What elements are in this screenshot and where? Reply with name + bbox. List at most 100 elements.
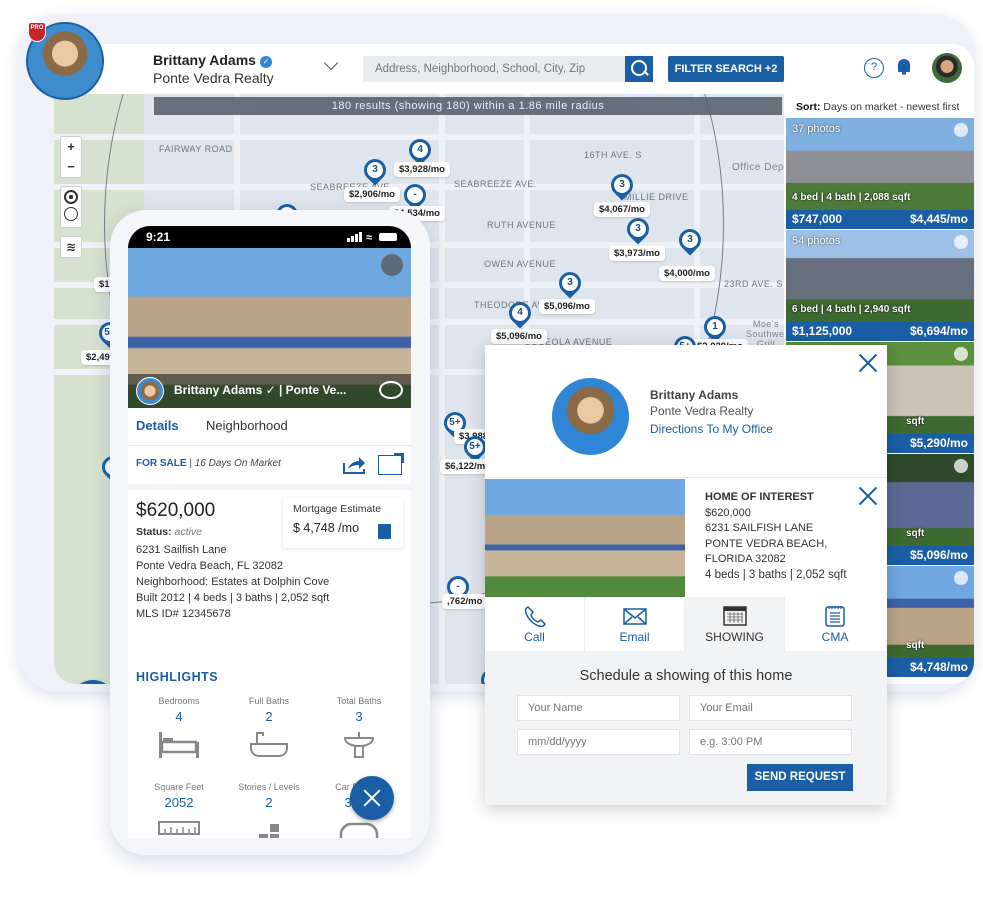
agent-company: Ponte Vedra Realty — [153, 70, 274, 86]
bathtub-icon — [250, 732, 288, 757]
tab-email[interactable]: Email — [585, 597, 685, 651]
share-icon[interactable] — [342, 455, 366, 475]
zoom-out-button[interactable]: − — [61, 157, 81, 177]
user-avatar[interactable] — [932, 53, 962, 83]
tab-label: Email — [619, 630, 650, 644]
street-label: RUTH AVENUE — [487, 220, 556, 230]
pin-count: 3 — [562, 275, 578, 291]
form-title: Schedule a showing of this home — [579, 668, 793, 684]
listing-monthly: $5,290/mo — [909, 436, 968, 450]
highlight-value: 3 — [355, 709, 363, 724]
highlight-bedrooms: Bedrooms 4 — [134, 696, 224, 763]
sort-value: Days on market - newest first — [823, 101, 960, 113]
home-line: FLORIDA 32082 — [705, 553, 786, 565]
highlights-title: HIGHLIGHTS — [136, 670, 219, 684]
property-photo[interactable]: Brittany Adams ✓ | Ponte Ve... — [128, 248, 411, 408]
property-status: Status: active — [136, 526, 202, 538]
bell-icon[interactable] — [954, 123, 968, 137]
listing-monthly: $4,748/mo — [909, 660, 968, 674]
pin-price-label[interactable]: $3,928/mo — [394, 162, 450, 177]
phone-screen: 9:21 ≈ Brittany Adams ✓ | Ponte Ve... De… — [128, 226, 411, 838]
my-location-icon[interactable] — [64, 190, 78, 204]
calculator-icon[interactable] — [378, 524, 391, 539]
email-field[interactable] — [689, 695, 852, 721]
sort-label: Sort: — [796, 101, 821, 113]
zoom-in-button[interactable]: + — [61, 137, 81, 157]
send-request-button[interactable]: SEND REQUEST — [747, 764, 853, 791]
search-button[interactable] — [625, 56, 653, 82]
pin-price-label[interactable]: $4,000/mo — [659, 266, 715, 281]
listing-specs: 6 bed | 4 bath | 2,940 sqft — [792, 304, 911, 315]
date-field[interactable] — [517, 729, 680, 755]
tab-call[interactable]: Call — [485, 597, 585, 651]
chevron-down-icon[interactable] — [323, 55, 339, 71]
pin-count: 3 — [630, 221, 646, 237]
chat-icon[interactable] — [379, 381, 403, 399]
tab-showing[interactable]: SHOWING — [685, 597, 785, 651]
tab-neighborhood[interactable]: Neighborhood — [206, 418, 288, 433]
battery-icon — [379, 233, 397, 241]
listing-price-bar: $1,125,000 $6,694/mo — [786, 322, 974, 341]
filter-search-button[interactable]: FILTER SEARCH +2 — [668, 56, 784, 82]
listing-specs: sqft — [906, 640, 925, 651]
pin-price-label[interactable]: ,762/mo — [442, 594, 488, 609]
bed-icon — [159, 732, 199, 758]
pin-price-label[interactable]: $5,096/mo — [491, 329, 547, 344]
ruler-icon — [158, 821, 200, 835]
contact-agent-modal: Brittany Adams Ponte Vedra Realty Direct… — [485, 345, 887, 805]
bell-icon[interactable] — [954, 459, 968, 473]
bell-icon[interactable] — [954, 235, 968, 249]
notifications-bell-icon[interactable] — [896, 58, 912, 76]
clock: 9:21 — [146, 230, 171, 244]
pin-price-label[interactable]: $5,096/mo — [539, 299, 595, 314]
listing-card[interactable]: 54 photos 6 bed | 4 bath | 2,940 sqft $1,1… — [786, 230, 974, 341]
pro-badge: PRO — [28, 22, 46, 42]
tab-details[interactable]: Details — [136, 418, 179, 433]
property-details: 6231 Sailfish Lane Ponte Vedra Beach, FL… — [136, 542, 329, 622]
signal-wifi-battery-icons: ≈ — [347, 232, 397, 244]
highlight-label: Full Baths — [248, 696, 290, 706]
home-price: $620,000 — [705, 506, 751, 519]
time-field[interactable] — [689, 729, 852, 755]
highlight-value: 2 — [265, 709, 273, 724]
listing-price: $747,000 — [792, 212, 843, 226]
sort-control[interactable]: Sort: Days on market - newest first — [786, 96, 974, 118]
pin-count: 5+ — [467, 439, 483, 455]
search-input[interactable] — [363, 56, 625, 82]
close-icon[interactable] — [858, 353, 878, 373]
wifi-icon: ≈ — [366, 232, 373, 244]
bell-icon[interactable] — [954, 571, 968, 585]
tab-cma[interactable]: CMA — [785, 597, 885, 651]
remove-home-icon[interactable] — [858, 486, 878, 506]
locate-icon[interactable] — [64, 207, 78, 221]
built-line: Built 2012 | 4 beds | 3 baths | 2,052 sq… — [136, 592, 330, 604]
address-line: Ponte Vedra Beach, FL 32082 — [136, 560, 283, 572]
layers-button[interactable]: ≋ — [60, 236, 82, 258]
pin-price-label[interactable]: $2,906/mo — [344, 187, 400, 202]
zoom-controls: + − — [60, 136, 82, 178]
directions-link[interactable]: Directions To My Office — [650, 422, 773, 436]
agent-avatar — [552, 378, 629, 455]
layers-icon: ≋ — [65, 240, 77, 254]
pin-price-label[interactable]: $3,973/mo — [609, 246, 665, 261]
home-title: HOME OF INTEREST — [705, 491, 814, 503]
open-external-icon[interactable] — [378, 453, 404, 475]
name-field[interactable] — [517, 695, 680, 721]
pin-count: 1 — [707, 319, 723, 335]
home-line: 6231 SAILFISH LANE — [705, 522, 814, 534]
highlight-full-baths: Full Baths 2 — [224, 696, 314, 763]
property-tabs: Details Neighborhood — [128, 408, 411, 446]
sale-status: FOR SALE | 16 Days On Market — [136, 458, 281, 469]
verified-icon: ✓ — [259, 56, 272, 68]
mortgage-estimate[interactable]: Mortgage Estimate $ 4,748 /mo — [283, 498, 403, 548]
listing-card[interactable]: 37 photos 4 bed | 4 bath | 2,088 sqft $747… — [786, 118, 974, 229]
bell-icon[interactable] — [381, 254, 403, 276]
highlight-label: Total Baths — [336, 696, 382, 706]
listing-price: $1,125,000 — [792, 324, 853, 338]
pin-price-label[interactable]: $4,067/mo — [594, 202, 650, 217]
bell-icon[interactable] — [954, 347, 968, 361]
help-icon[interactable]: ? — [864, 58, 884, 78]
pin-count: 3 — [682, 232, 698, 248]
close-fab-button[interactable] — [350, 776, 394, 820]
showing-form: Schedule a showing of this home SEND REQ… — [485, 651, 887, 805]
